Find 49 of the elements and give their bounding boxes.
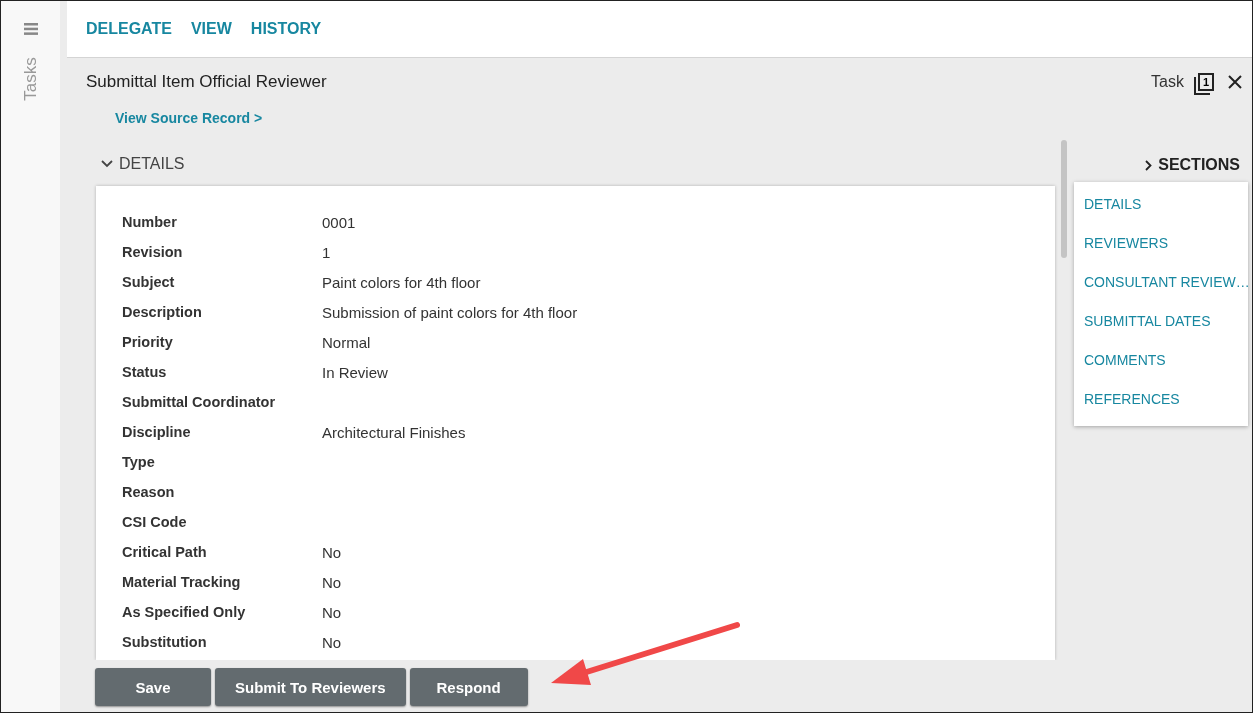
field-value: No [322, 633, 342, 651]
action-button[interactable]: Respond [409, 668, 528, 706]
close-icon[interactable] [1228, 75, 1242, 89]
task-label: Task [1151, 73, 1184, 91]
action-button[interactable]: Submit To Reviewers [215, 668, 406, 706]
toolbar-link[interactable]: DELEGATE [86, 20, 172, 38]
section-link[interactable]: REVIEWERS [1074, 227, 1248, 266]
field-label: Reason [122, 484, 176, 500]
chevron-right-icon[interactable] [1145, 159, 1153, 171]
field-value: No [322, 603, 342, 621]
field-label: As Specified Only [122, 604, 247, 620]
field-label: Subject [122, 274, 176, 290]
field-value: In Review [322, 363, 388, 381]
field-value: Normal [322, 333, 371, 351]
section-link[interactable]: SUBMITTAL DATES [1074, 305, 1248, 344]
field-label: Critical Path [122, 544, 208, 560]
field-label: Discipline [122, 424, 192, 440]
field-label: CSI Code [122, 514, 188, 530]
action-button[interactable]: Save [95, 668, 211, 706]
field-value: No [322, 543, 342, 561]
view-source-link[interactable]: View Source Record > [115, 110, 1252, 126]
field-label: Material Tracking [122, 574, 242, 590]
field-label: Substitution [122, 634, 208, 650]
field-label: Status [122, 364, 168, 380]
scrollbar-thumb[interactable] [1061, 140, 1068, 258]
field-value: Submission of paint colors for 4th floor [322, 303, 578, 321]
field-label: Number [122, 214, 178, 230]
toolbar-link[interactable]: VIEW [190, 20, 232, 38]
section-heading[interactable]: DETAILS [119, 155, 185, 173]
menu-icon[interactable] [23, 23, 38, 35]
field-label: Submittal Coordinator [122, 394, 277, 410]
field-label: Type [122, 454, 156, 470]
field-label: Revision [122, 244, 184, 260]
field-label: Description [122, 304, 203, 320]
section-link[interactable]: COMMENTS [1074, 344, 1248, 383]
tasks-tab[interactable]: Tasks [20, 55, 41, 103]
section-link[interactable]: DETAILS [1074, 188, 1248, 227]
toolbar-link[interactable]: HISTORY [250, 20, 322, 38]
task-title: Submittal Item Official Reviewer [86, 72, 327, 92]
field-value: Paint colors for 4th floor [322, 273, 481, 291]
section-link[interactable]: CONSULTANT REVIEW… [1074, 266, 1248, 305]
field-value: 1 [322, 243, 331, 261]
field-value: 0001 [322, 213, 356, 231]
field-label: Priority [122, 334, 174, 350]
field-value: No [322, 573, 342, 591]
chevron-icon[interactable] [101, 160, 113, 168]
sections-heading[interactable]: SECTIONS [1158, 156, 1240, 174]
field-value: Architectural Finishes [322, 423, 466, 441]
section-link[interactable]: REFERENCES [1074, 383, 1248, 422]
